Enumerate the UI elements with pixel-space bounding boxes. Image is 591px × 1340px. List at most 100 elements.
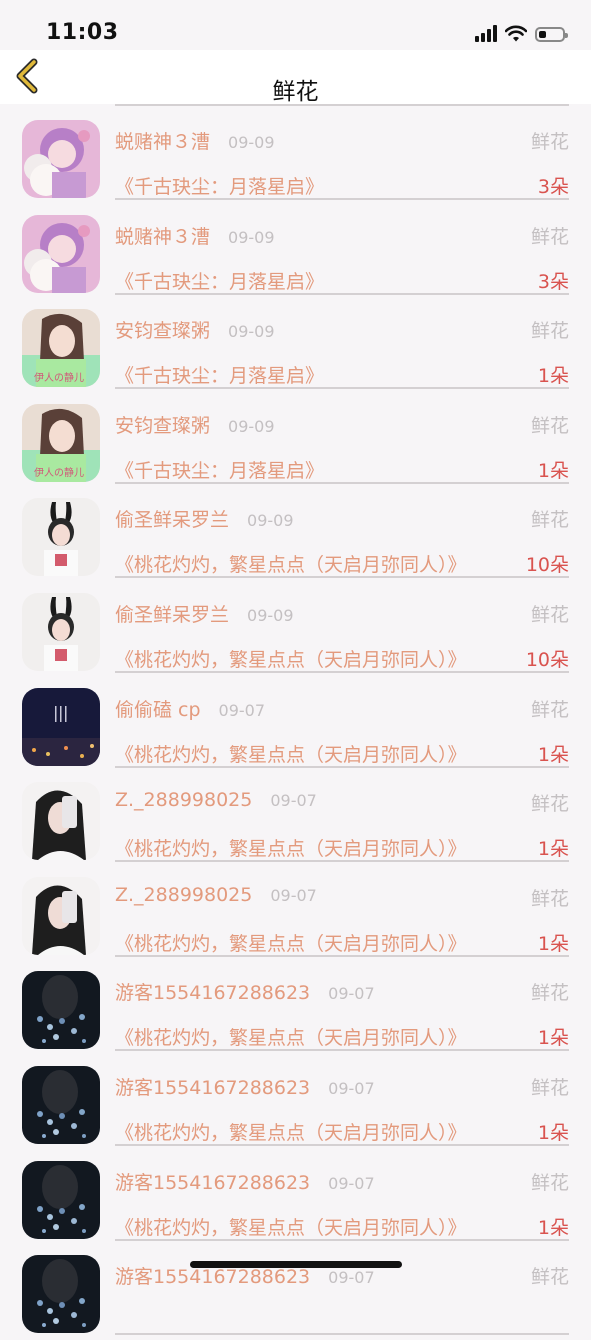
avatar[interactable]: [22, 214, 100, 293]
gift-type: 鲜花: [530, 982, 569, 1005]
row-divider: [115, 1144, 569, 1146]
avatar[interactable]: [22, 971, 100, 1050]
list-item[interactable]: 游客1554167288623 09-07 鲜花《桃花灼灼，繁星点点（天启月弥同人）…: [0, 961, 591, 1056]
avatar[interactable]: 伊人の静儿: [22, 403, 100, 482]
wifi-icon: [505, 25, 527, 42]
avatar[interactable]: [22, 1255, 100, 1334]
book-title[interactable]: 《桃花灼灼，繁星点点（天启月弥同人）》: [115, 550, 467, 577]
username[interactable]: 蜕赌神３漕 09-09: [115, 222, 275, 249]
gift-date: 09-07: [328, 1268, 375, 1288]
gift-date: 09-07: [218, 700, 266, 720]
username[interactable]: 偷圣鲜呆罗兰 09-09: [115, 600, 294, 627]
row-divider: [115, 481, 569, 484]
username-text: 游客1554167288623: [115, 1171, 311, 1194]
avatar[interactable]: [22, 498, 100, 577]
list-item[interactable]: 伊人の静儿 安钧查璨粥 09-09 鲜花 《千古玦尘：月落星启》 1朵: [0, 394, 591, 489]
row-divider: [115, 1049, 569, 1052]
username[interactable]: Z._288998025 09-07: [115, 789, 317, 811]
gift-type: 鲜花: [530, 414, 569, 437]
gift-type: 鲜花: [530, 1266, 569, 1289]
list-item[interactable]: 蜕赌神３漕 09-09 鲜花《千古玦尘：月落星启》 3朵: [0, 110, 591, 205]
username-text: 游客1554167288623: [115, 1266, 311, 1289]
flower-count: 10朵: [525, 554, 569, 577]
gift-date: 09-07: [270, 885, 317, 905]
username[interactable]: 蜕赌神３漕 09-09: [115, 127, 275, 154]
list-item[interactable]: 偷圣鲜呆罗兰 09-09 鲜花 《桃花灼灼，繁星点点（天启月弥同人）》 10朵: [0, 488, 591, 583]
book-title[interactable]: 《千古玦尘：月落星启》: [115, 456, 324, 483]
username[interactable]: 安钧查璨粥 09-09: [115, 316, 275, 343]
signal-icon: [475, 24, 497, 42]
gift-date: 09-09: [228, 227, 275, 247]
nav-bar: 鲜花: [0, 50, 591, 105]
book-title[interactable]: 《桃花灼灼，繁星点点（天启月弥同人）》: [115, 1023, 467, 1050]
book-title[interactable]: 《桃花灼灼，繁星点点（天启月弥同人）》: [115, 740, 467, 767]
book-title[interactable]: 《桃花灼灼，繁星点点（天启月弥同人）》: [115, 1118, 467, 1145]
page-title: 鲜花: [272, 79, 319, 105]
username[interactable]: 游客1554167288623 09-07: [115, 1168, 375, 1195]
flower-count: 3朵: [537, 270, 569, 293]
gift-date: 09-09: [228, 133, 275, 152]
list-item[interactable]: Z._288998025 09-07 鲜花 《桃花灼灼，繁星点点（天启月弥同人）》 1朵: [0, 867, 591, 962]
flower-count: 10朵: [525, 649, 569, 671]
row-divider: [115, 954, 569, 957]
flower-count: 1朵: [537, 1122, 569, 1144]
username[interactable]: Z._288998025 09-07: [115, 884, 317, 906]
list-item[interactable]: Z._288998025 09-07 鲜花《桃花灼灼，繁星点点（天启月弥同人）》 1朵: [0, 772, 591, 867]
row-divider: [115, 765, 569, 768]
gift-type: 鲜花: [530, 131, 569, 153]
book-title[interactable]: 《千古玦尘：月落星启》: [115, 361, 324, 388]
row-divider: [115, 1333, 569, 1336]
gift-type: 鲜花: [530, 1077, 569, 1099]
avatar[interactable]: [22, 1160, 100, 1239]
row-divider: [115, 860, 569, 863]
row-divider: [115, 292, 569, 295]
svg-text:伊人の静儿: 伊人の静儿: [34, 371, 84, 384]
book-title[interactable]: 《千古玦尘：月落星启》: [115, 172, 324, 199]
row-divider: [115, 387, 569, 390]
username-text: 安钧查璨粥: [115, 414, 211, 437]
avatar[interactable]: 伊人の静儿: [22, 309, 100, 388]
avatar[interactable]: [22, 687, 100, 766]
flower-count: 1朵: [537, 838, 569, 861]
username[interactable]: 安钧查璨粥 09-09: [115, 411, 275, 438]
battery-icon: [535, 27, 568, 42]
avatar[interactable]: [22, 593, 100, 671]
avatar[interactable]: [22, 1066, 100, 1144]
username-text: 蜕赌神３漕: [115, 225, 211, 248]
book-title[interactable]: 《桃花灼灼，繁星点点（天启月弥同人）》: [115, 834, 467, 861]
flower-count: 1朵: [537, 1027, 569, 1050]
gift-date: 09-09: [228, 416, 275, 436]
book-title[interactable]: 《桃花灼灼，繁星点点（天启月弥同人）》: [115, 645, 467, 672]
avatar[interactable]: [22, 876, 100, 955]
row-divider: [115, 671, 569, 673]
book-title[interactable]: 《桃花灼灼，繁星点点（天启月弥同人）》: [115, 1213, 467, 1240]
book-title[interactable]: 《千古玦尘：月落星启》: [115, 267, 324, 294]
username-text: 蜕赌神３漕: [115, 131, 211, 153]
username-text: 游客1554167288623: [115, 982, 311, 1005]
book-title[interactable]: 《桃花灼灼，繁星点点（天启月弥同人）》: [115, 929, 467, 956]
gift-date: 09-09: [247, 606, 294, 625]
username[interactable]: 偷圣鲜呆罗兰 09-09: [115, 505, 294, 532]
gift-type: 鲜花: [530, 793, 569, 816]
list-item[interactable]: 偷偷磕 cp 09-07 鲜花 《桃花灼灼，繁星点点（天启月弥同人）》 1朵: [0, 678, 591, 773]
avatar[interactable]: [22, 782, 100, 861]
flower-count: 1朵: [537, 743, 569, 766]
list-item[interactable]: 伊人の静儿 安钧查璨粥 09-09 鲜花 《千古玦尘：月落星启》 1朵: [0, 299, 591, 394]
username[interactable]: 偷偷磕 cp 09-07: [115, 695, 265, 722]
gift-date: 09-07: [328, 1079, 375, 1098]
list-item[interactable]: 游客1554167288623 09-07 鲜花: [0, 1245, 591, 1340]
username[interactable]: 游客1554167288623 09-07: [115, 978, 375, 1005]
home-indicator[interactable]: [190, 1261, 402, 1268]
avatar[interactable]: [22, 120, 100, 198]
list-item[interactable]: 游客1554167288623 09-07 鲜花《桃花灼灼，繁星点点（天启月弥同人）…: [0, 1056, 591, 1151]
list-item[interactable]: 偷圣鲜呆罗兰 09-09 鲜花 《桃花灼灼，繁星点点（天启月弥同人）》 10朵: [0, 583, 591, 678]
username[interactable]: 游客1554167288623 09-07: [115, 1073, 375, 1100]
list-item[interactable]: 蜕赌神３漕 09-09 鲜花 《千古玦尘：月落星启》 3朵: [0, 205, 591, 300]
gift-date: 09-09: [228, 322, 275, 342]
status-time: 11:03: [46, 20, 119, 45]
list-item[interactable]: 游客1554167288623 09-07 鲜花 《桃花灼灼，繁星点点（天启月弥同人）…: [0, 1151, 591, 1246]
gift-date: 09-07: [328, 984, 375, 1004]
username-text: Z._288998025: [115, 883, 253, 906]
flower-count: 3朵: [537, 176, 569, 198]
flower-count: 1朵: [537, 365, 569, 388]
